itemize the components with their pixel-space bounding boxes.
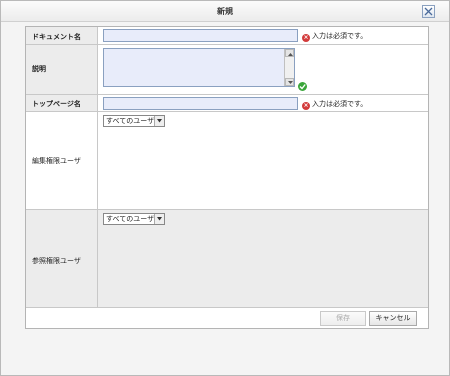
- check-icon: [298, 82, 307, 91]
- description-scrollbar[interactable]: [284, 49, 294, 86]
- scroll-up-button[interactable]: [285, 49, 294, 57]
- document-form: ドキュメント名 ×入力は必須です。 説明 トップページ名 ×入力は必須です。: [25, 26, 429, 329]
- row-edit-permission: 編集権限ユーザ すべてのユーザ: [26, 112, 428, 210]
- document-name-label: ドキュメント名: [32, 33, 81, 41]
- scroll-down-button[interactable]: [285, 78, 294, 86]
- chevron-down-icon: [157, 119, 163, 123]
- top-page-name-input[interactable]: [103, 97, 298, 110]
- close-button[interactable]: [422, 5, 435, 18]
- edit-permission-label: 編集権限ユーザ: [32, 157, 81, 165]
- row-view-permission: 参照権限ユーザ すべてのユーザ: [26, 210, 428, 308]
- view-permission-label: 参照権限ユーザ: [32, 257, 81, 265]
- error-icon: ×: [302, 102, 310, 110]
- save-button[interactable]: 保存: [320, 311, 366, 326]
- close-icon: [424, 7, 433, 16]
- row-document-name: ドキュメント名 × 入力は必須です。: [26, 27, 428, 45]
- document-name-input[interactable]: [103, 29, 298, 42]
- dialog-title: 新規: [217, 7, 233, 16]
- row-top-page-name: トップページ名 × 入力は必須です。: [26, 95, 428, 112]
- top-page-name-error: × 入力は必須です。: [302, 100, 368, 110]
- cancel-button[interactable]: キャンセル: [369, 311, 417, 326]
- document-name-error: × 入力は必須です。: [302, 32, 368, 42]
- description-label: 説明: [32, 65, 46, 73]
- dialog-titlebar: 新規: [1, 1, 449, 22]
- row-description: 説明: [26, 45, 428, 95]
- top-page-name-label: トップページ名: [32, 100, 81, 108]
- edit-permission-select[interactable]: すべてのユーザ: [103, 115, 166, 127]
- description-textarea[interactable]: [103, 48, 295, 87]
- chevron-down-icon: [157, 217, 163, 221]
- error-icon: ×: [302, 34, 310, 42]
- new-document-dialog: 新規 ドキュメント名 × 入力は必須です。 説明 トップページ名 × 入力は必須…: [0, 0, 450, 376]
- view-permission-select[interactable]: すべてのユーザ: [103, 213, 166, 225]
